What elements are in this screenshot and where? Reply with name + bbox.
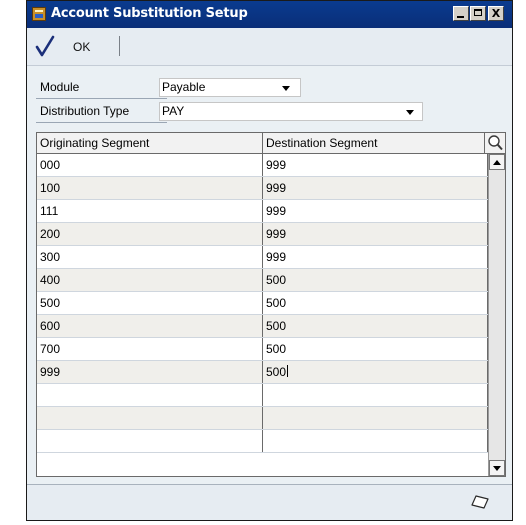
destination-segment-cell[interactable]: 999	[263, 200, 488, 222]
originating-segment-cell[interactable]: 500	[37, 292, 263, 314]
distribution-type-label: Distribution Type	[40, 104, 130, 118]
table-row[interactable]: 300 999	[37, 246, 488, 269]
destination-segment-cell[interactable]: 999	[263, 246, 488, 268]
originating-segment-cell[interactable]: 111	[37, 200, 263, 222]
distribution-type-dropdown[interactable]: PAY	[159, 102, 423, 121]
status-bar	[27, 484, 512, 520]
table-row[interactable]: 111 999	[37, 200, 488, 223]
column-header-destination-segment[interactable]: Destination Segment	[263, 133, 485, 153]
table-row[interactable]: 400 500	[37, 269, 488, 292]
note-icon[interactable]	[471, 495, 489, 509]
originating-segment-cell[interactable]: 400	[37, 269, 263, 291]
distribution-type-value: PAY	[162, 104, 185, 118]
destination-segment-cell[interactable]: 500	[263, 315, 488, 337]
toolbar: OK	[27, 28, 512, 66]
text-cursor	[287, 365, 289, 377]
table-row[interactable]: 100 999	[37, 177, 488, 200]
magnifier-icon[interactable]	[486, 133, 505, 153]
table-row[interactable]: 000 999	[37, 154, 488, 177]
maximize-button[interactable]	[470, 6, 486, 21]
originating-segment-cell[interactable]: 999	[37, 361, 263, 383]
originating-segment-cell[interactable]: 300	[37, 246, 263, 268]
table-row[interactable]	[37, 407, 488, 430]
destination-segment-value: 500	[266, 365, 287, 379]
vertical-scrollbar[interactable]	[488, 154, 505, 476]
destination-segment-cell-active[interactable]: 500	[263, 361, 488, 383]
destination-segment-cell[interactable]: 999	[263, 223, 488, 245]
grid-header: Originating Segment Destination Segment	[37, 133, 505, 154]
module-dropdown[interactable]: Payable	[159, 78, 301, 97]
maximize-icon	[474, 9, 482, 16]
column-header-originating-segment[interactable]: Originating Segment	[37, 133, 263, 153]
table-row[interactable]	[37, 430, 488, 453]
arrow-down-icon	[493, 466, 501, 471]
originating-segment-cell[interactable]	[37, 430, 263, 452]
originating-segment-cell[interactable]	[37, 384, 263, 406]
scroll-down-button[interactable]	[489, 460, 505, 476]
destination-segment-cell[interactable]: 999	[263, 177, 488, 199]
minimize-icon	[457, 16, 464, 18]
originating-segment-cell[interactable]: 600	[37, 315, 263, 337]
module-label-underline	[36, 98, 167, 99]
chevron-down-icon[interactable]	[406, 110, 414, 115]
toolbar-divider	[119, 36, 120, 56]
chevron-down-icon[interactable]	[282, 86, 290, 91]
destination-segment-cell[interactable]: 999	[263, 154, 488, 176]
window-title: Account Substitution Setup	[51, 6, 248, 21]
originating-segment-cell[interactable]	[37, 407, 263, 429]
originating-segment-cell[interactable]: 700	[37, 338, 263, 360]
scroll-up-button[interactable]	[489, 154, 505, 170]
close-button[interactable]: X	[488, 6, 504, 21]
module-label: Module	[40, 80, 80, 94]
table-row[interactable]: 600 500	[37, 315, 488, 338]
destination-segment-cell[interactable]	[263, 430, 488, 452]
destination-segment-cell[interactable]	[263, 407, 488, 429]
destination-segment-cell[interactable]: 500	[263, 292, 488, 314]
ok-button[interactable]: OK	[73, 40, 90, 54]
destination-segment-cell[interactable]: 500	[263, 338, 488, 360]
module-value: Payable	[162, 80, 206, 94]
table-row[interactable]: 500 500	[37, 292, 488, 315]
distribution-type-label-underline	[36, 122, 167, 123]
table-row[interactable]: 200 999	[37, 223, 488, 246]
table-row[interactable]: 999 500	[37, 361, 488, 384]
checkmark-icon[interactable]	[35, 35, 55, 57]
destination-segment-cell[interactable]: 500	[263, 269, 488, 291]
title-bar[interactable]: Account Substitution Setup X	[27, 1, 512, 28]
destination-segment-cell[interactable]	[263, 384, 488, 406]
app-window-icon	[32, 7, 46, 21]
table-row[interactable]	[37, 384, 488, 407]
table-row[interactable]: 700 500	[37, 338, 488, 361]
account-substitution-window: Account Substitution Setup X OK Module P…	[26, 0, 513, 521]
arrow-up-icon	[493, 160, 501, 165]
originating-segment-cell[interactable]: 000	[37, 154, 263, 176]
minimize-button[interactable]	[453, 6, 469, 21]
substitution-grid: Originating Segment Destination Segment …	[36, 132, 506, 477]
originating-segment-cell[interactable]: 100	[37, 177, 263, 199]
originating-segment-cell[interactable]: 200	[37, 223, 263, 245]
